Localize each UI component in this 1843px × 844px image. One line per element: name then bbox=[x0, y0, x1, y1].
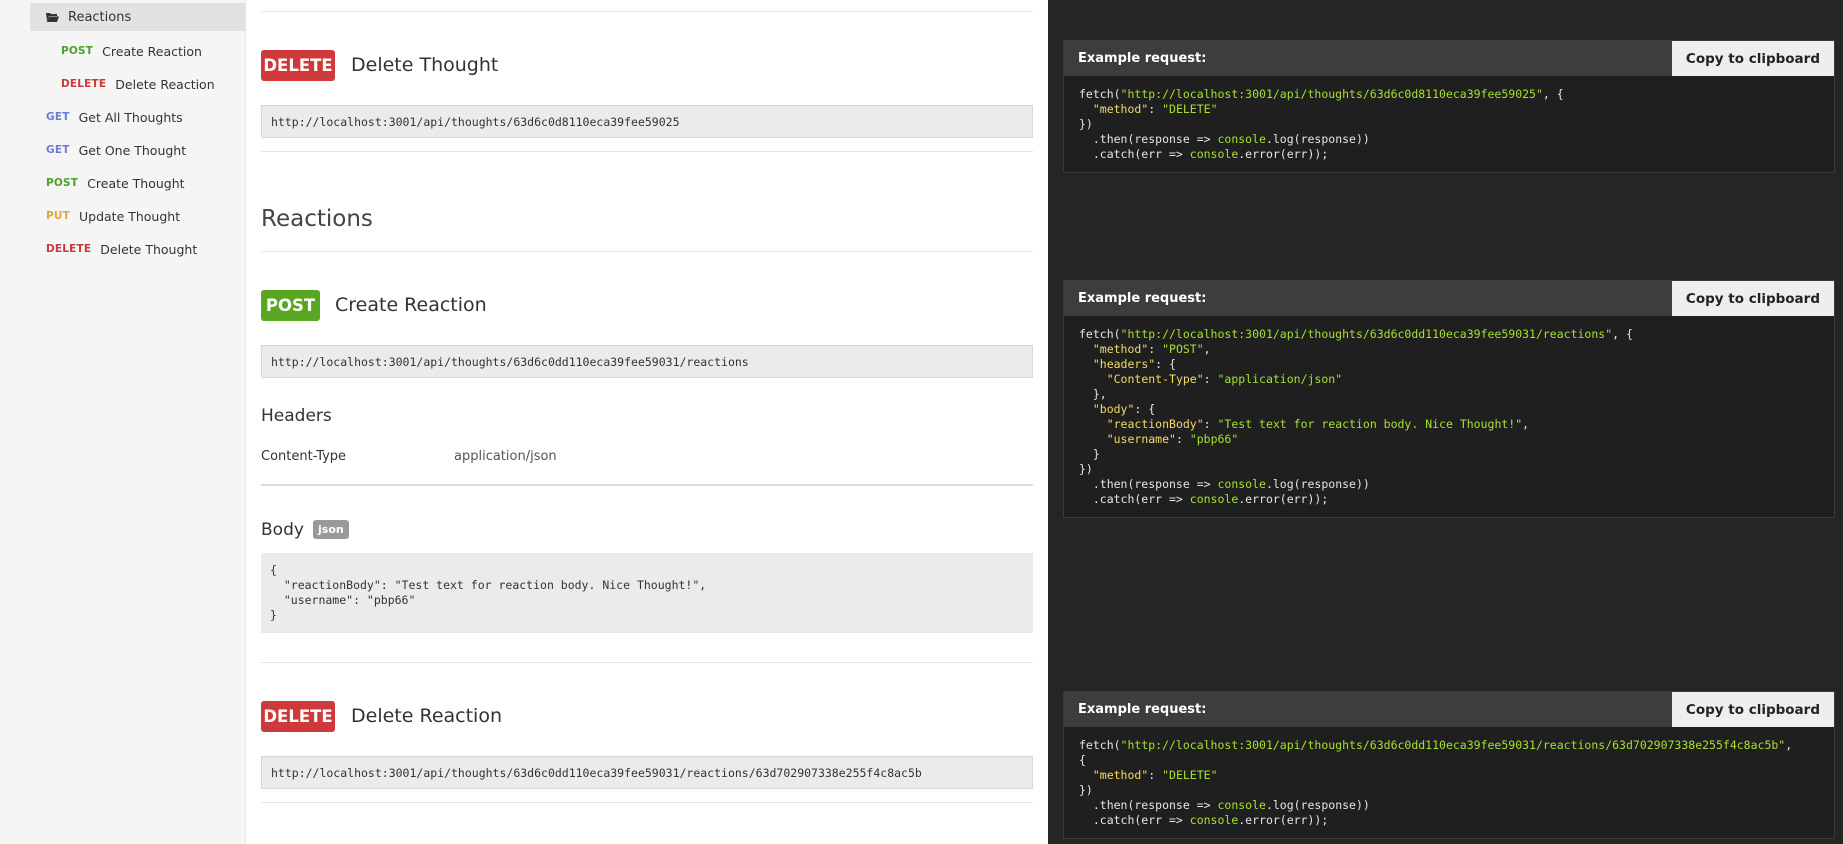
section-title: Reactions bbox=[261, 206, 373, 232]
example-header: Example request: Copy to clipboard bbox=[1064, 41, 1834, 76]
json-badge: json bbox=[313, 520, 349, 539]
method-label: POST bbox=[46, 177, 79, 189]
method-label: DELETE bbox=[61, 78, 107, 90]
header-value: application/json bbox=[454, 449, 557, 464]
example-label: Example request: bbox=[1078, 702, 1207, 717]
divider bbox=[261, 802, 1033, 803]
header-key: Content-Type bbox=[261, 449, 347, 464]
request-body[interactable]: { "reactionBody": "Test text for reactio… bbox=[261, 553, 1033, 633]
sidebar-item-delete-reaction[interactable]: DELETE Delete Reaction bbox=[61, 74, 215, 94]
example-header: Example request: Copy to clipboard bbox=[1064, 692, 1834, 727]
headers-title: Headers bbox=[261, 406, 332, 426]
sidebar: Reactions POST Create Reaction DELETE De… bbox=[0, 0, 246, 844]
folder-open-icon bbox=[46, 13, 59, 22]
example-code[interactable]: fetch("http://localhost:3001/api/thought… bbox=[1064, 316, 1834, 517]
copy-to-clipboard-button[interactable]: Copy to clipboard bbox=[1671, 41, 1834, 76]
endpoint-title: Create Reaction bbox=[335, 294, 487, 316]
divider bbox=[261, 11, 1033, 12]
divider bbox=[261, 251, 1033, 252]
example-header: Example request: Copy to clipboard bbox=[1064, 281, 1834, 316]
sidebar-item-label: Delete Reaction bbox=[115, 76, 215, 92]
sidebar-item-label: Create Thought bbox=[87, 175, 185, 191]
sidebar-item-create-reaction[interactable]: POST Create Reaction bbox=[61, 41, 202, 61]
copy-to-clipboard-button[interactable]: Copy to clipboard bbox=[1671, 281, 1834, 316]
method-label: GET bbox=[46, 111, 70, 123]
sidebar-item-get-one-thought[interactable]: GET Get One Thought bbox=[46, 140, 186, 160]
method-label: GET bbox=[46, 144, 70, 156]
example-pane: Example request: Copy to clipboard fetch… bbox=[1048, 0, 1843, 844]
sidebar-item-label: Create Reaction bbox=[102, 43, 202, 59]
example-request-create-reaction: Example request: Copy to clipboard fetch… bbox=[1063, 280, 1835, 518]
copy-to-clipboard-button[interactable]: Copy to clipboard bbox=[1671, 692, 1834, 727]
method-badge-post: POST bbox=[261, 290, 320, 321]
sidebar-item-create-thought[interactable]: POST Create Thought bbox=[46, 173, 185, 193]
method-label: POST bbox=[61, 45, 94, 57]
example-label: Example request: bbox=[1078, 291, 1207, 306]
endpoint-url[interactable]: http://localhost:3001/api/thoughts/63d6c… bbox=[261, 105, 1033, 138]
sidebar-folder-label: Reactions bbox=[68, 9, 132, 25]
divider bbox=[261, 151, 1033, 152]
method-badge-delete: DELETE bbox=[261, 701, 335, 732]
endpoint-url[interactable]: http://localhost:3001/api/thoughts/63d6c… bbox=[261, 345, 1033, 378]
sidebar-item-label: Update Thought bbox=[78, 208, 181, 224]
divider bbox=[261, 662, 1033, 663]
method-badge-delete: DELETE bbox=[261, 50, 335, 81]
sidebar-folder-reactions[interactable]: Reactions bbox=[30, 3, 246, 31]
sidebar-item-label: Delete Thought bbox=[100, 241, 198, 257]
example-request-delete-thought: Example request: Copy to clipboard fetch… bbox=[1063, 40, 1835, 173]
example-label: Example request: bbox=[1078, 51, 1207, 66]
example-request-delete-reaction: Example request: Copy to clipboard fetch… bbox=[1063, 691, 1835, 839]
endpoint-url[interactable]: http://localhost:3001/api/thoughts/63d6c… bbox=[261, 756, 1033, 789]
example-code[interactable]: fetch("http://localhost:3001/api/thought… bbox=[1064, 76, 1834, 172]
method-label: PUT bbox=[46, 210, 70, 222]
sidebar-item-delete-thought[interactable]: DELETE Delete Thought bbox=[46, 239, 197, 259]
sidebar-item-label: Get All Thoughts bbox=[78, 109, 183, 125]
sidebar-item-get-all-thoughts[interactable]: GET Get All Thoughts bbox=[46, 107, 183, 127]
endpoint-title: Delete Reaction bbox=[351, 705, 502, 727]
body-title: Body bbox=[261, 520, 304, 540]
example-code[interactable]: fetch("http://localhost:3001/api/thought… bbox=[1064, 727, 1834, 838]
divider bbox=[261, 484, 1033, 486]
method-label: DELETE bbox=[46, 243, 92, 255]
sidebar-item-label: Get One Thought bbox=[78, 142, 187, 158]
sidebar-item-update-thought[interactable]: PUT Update Thought bbox=[46, 206, 180, 226]
endpoint-title: Delete Thought bbox=[351, 54, 499, 76]
